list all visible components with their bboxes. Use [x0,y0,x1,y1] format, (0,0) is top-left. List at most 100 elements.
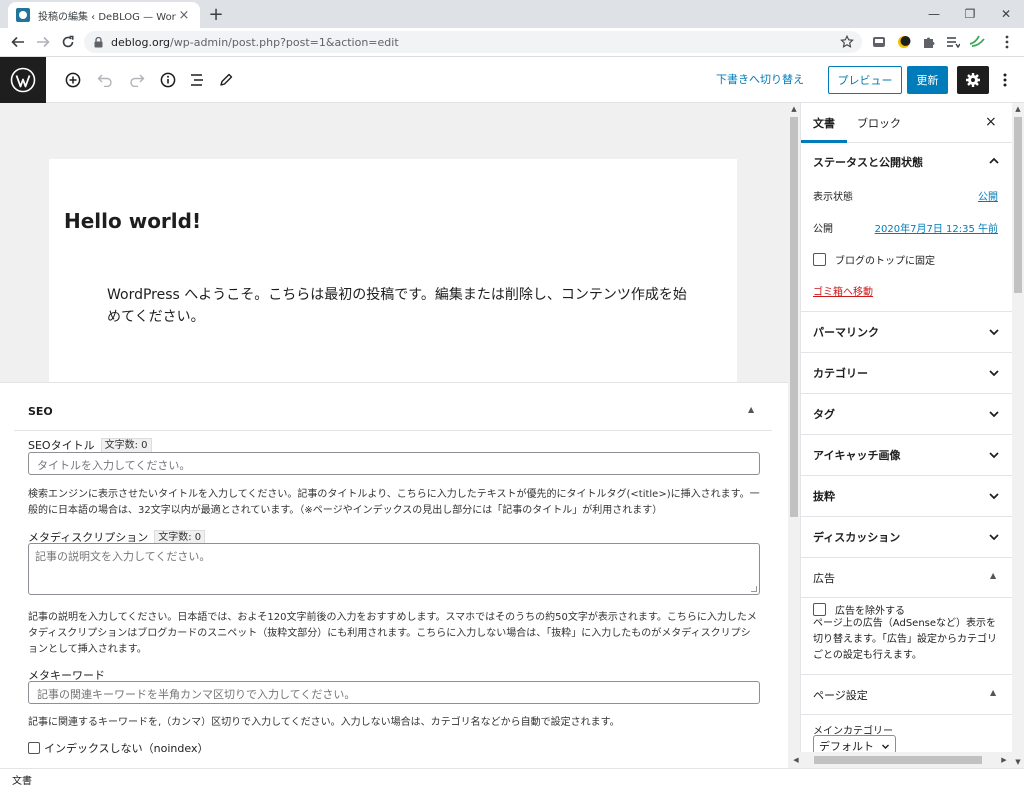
active-tab-indicator [801,140,847,143]
chevron-up-icon[interactable] [987,154,1001,168]
url-text: deblog.org/wp-admin/post.php?post=1&acti… [111,36,399,49]
reading-list-icon[interactable] [944,33,962,51]
caret-up-icon[interactable]: ▲ [990,688,996,697]
more-options-icon[interactable] [996,69,1014,91]
divider [801,475,1012,476]
chevron-down-icon[interactable] [987,325,1001,339]
meta-description-help: 記事の説明を入力してください。日本語では、およそ120文字前後の入力をおすすめし… [28,612,757,655]
move-to-trash-link[interactable]: ゴミ箱へ移動 [813,283,873,298]
resize-handle-icon[interactable] [751,586,757,592]
scroll-right-arrow[interactable]: ▶ [1000,756,1008,764]
bird-extension-icon[interactable] [968,33,986,51]
wordpress-logo-icon[interactable] [0,57,46,103]
chevron-down-icon[interactable] [987,489,1001,503]
horizontal-scrollbar[interactable]: ◀ ▶ [788,752,1012,768]
content-scrollbar[interactable]: ▲ ▼ [788,103,800,768]
bookmark-star-icon[interactable] [838,33,856,51]
exclude-ads-checkbox[interactable] [813,603,826,616]
browser-menu-icon[interactable] [998,33,1016,51]
breadcrumb[interactable]: 文書 [12,772,32,786]
scroll-up-arrow[interactable]: ▲ [788,105,800,113]
horizontal-scroll-thumb[interactable] [814,756,982,764]
divider [801,352,1012,353]
post-title[interactable]: Hello world! [64,209,201,233]
visibility-link[interactable]: 公開 [978,188,998,203]
chevron-down-icon[interactable] [987,530,1001,544]
seo-heading: SEO [28,405,53,418]
sidebar-scroll-thumb[interactable] [1014,117,1022,293]
back-arrow-icon[interactable] [8,32,28,52]
tab-close-icon[interactable]: × [176,8,192,23]
browser-tab[interactable]: 投稿の編集 ‹ DeBLOG — WordPress × [8,2,200,28]
extension-box-icon[interactable] [870,33,888,51]
edit-pencil-icon[interactable] [215,69,237,91]
seo-metabox: SEO ▲ SEOタイトル 文字数: 0 タイトルを入力してください。 検索エン… [0,382,788,768]
panel-featured-image[interactable]: アイキャッチ画像 [813,447,900,463]
caret-up-icon[interactable]: ▲ [990,571,996,580]
seo-title-input[interactable]: タイトルを入力してください。 [28,452,760,475]
panel-tags[interactable]: タグ [813,406,835,422]
browser-tabstrip: 投稿の編集 ‹ DeBLOG — WordPress × + — ❐ ✕ [0,0,1024,28]
page-settings-title[interactable]: ページ設定 [813,687,868,703]
moon-extension-icon[interactable] [895,33,913,51]
chevron-down-icon[interactable] [987,366,1001,380]
divider [801,674,1012,675]
divider [801,597,1012,598]
sidebar-scrollbar[interactable]: ▲ ▼ [1012,103,1024,768]
tab-title: 投稿の編集 ‹ DeBLOG — WordPress [38,11,176,23]
divider [801,311,1012,312]
publish-date-link[interactable]: 2020年7月7日 12:35 午前 [875,220,998,235]
puzzle-icon[interactable] [920,33,938,51]
close-sidebar-icon[interactable]: × [985,114,997,130]
divider [801,714,1012,715]
chevron-down-icon[interactable] [987,407,1001,421]
forward-arrow-icon[interactable] [33,32,53,52]
visibility-label: 表示状態 [813,192,853,203]
noindex-checkbox[interactable] [28,742,40,754]
meta-keywords-input[interactable]: 記事の関連キーワードを半角カンマ区切りで入力してください。 [28,681,760,704]
editor-canvas: Hello world! WordPress へようこそ。こちらは最初の投稿です… [0,103,788,382]
scroll-left-arrow[interactable]: ◀ [792,756,800,764]
block-navigation-icon[interactable] [186,69,208,91]
panel-discussion[interactable]: ディスカッション [813,529,900,545]
update-button[interactable]: 更新 [907,66,948,94]
minimize-button[interactable]: — [916,0,952,28]
seo-collapse-toggle[interactable]: ▲ [748,405,754,414]
chevron-down-icon[interactable] [987,448,1001,462]
redo-icon[interactable] [126,69,148,91]
sticky-checkbox-row[interactable]: ブログのトップに固定 [813,252,935,267]
settings-gear-icon[interactable] [957,66,989,94]
preview-button[interactable]: プレビュー [828,66,902,94]
tab-block[interactable]: ブロック [857,115,901,131]
window-close-button[interactable]: ✕ [988,0,1024,28]
add-block-icon[interactable] [62,69,84,91]
noindex-checkbox-row[interactable]: インデックスしない（noindex） [28,740,208,756]
restore-button[interactable]: ❐ [952,0,988,28]
paragraph-block[interactable]: WordPress へようこそ。こちらは最初の投稿です。編集または削除し、コンテ… [107,284,687,328]
content-scroll-thumb[interactable] [790,117,798,517]
divider [801,516,1012,517]
seo-title-label-row: SEOタイトル 文字数: 0 [28,437,152,453]
tab-document[interactable]: 文書 [813,115,835,131]
panel-permalink[interactable]: パーマリンク [813,324,879,340]
divider [801,557,1012,558]
status-panel-title[interactable]: ステータスと公開状態 [813,154,923,170]
ad-panel-title[interactable]: 広告 [813,570,835,586]
sticky-checkbox[interactable] [813,253,826,266]
panel-categories[interactable]: カテゴリー [813,365,868,381]
exclude-ads-checkbox-row[interactable]: 広告を除外する [813,602,905,617]
sidebar-tabs: 文書 ブロック × [801,103,1012,143]
new-tab-button[interactable]: + [206,4,226,25]
scroll-down-arrow[interactable]: ▼ [1012,758,1024,766]
undo-icon[interactable] [94,69,116,91]
url-host: deblog.org [111,35,171,49]
panel-excerpt[interactable]: 抜粋 [813,488,835,504]
seo-title-counter: 文字数: 0 [100,437,152,453]
switch-to-draft-button[interactable]: 下書きへ切り替え [716,71,804,87]
meta-keywords-help: 記事に関連するキーワードを,（カンマ）区切りで入力してください。入力しない場合は… [28,717,620,728]
address-bar[interactable]: deblog.org/wp-admin/post.php?post=1&acti… [84,31,862,53]
info-icon[interactable] [157,69,179,91]
reload-icon[interactable] [58,32,78,52]
meta-description-textarea[interactable]: 記事の説明文を入力してください。 [28,543,760,595]
scroll-up-arrow[interactable]: ▲ [1012,105,1024,113]
